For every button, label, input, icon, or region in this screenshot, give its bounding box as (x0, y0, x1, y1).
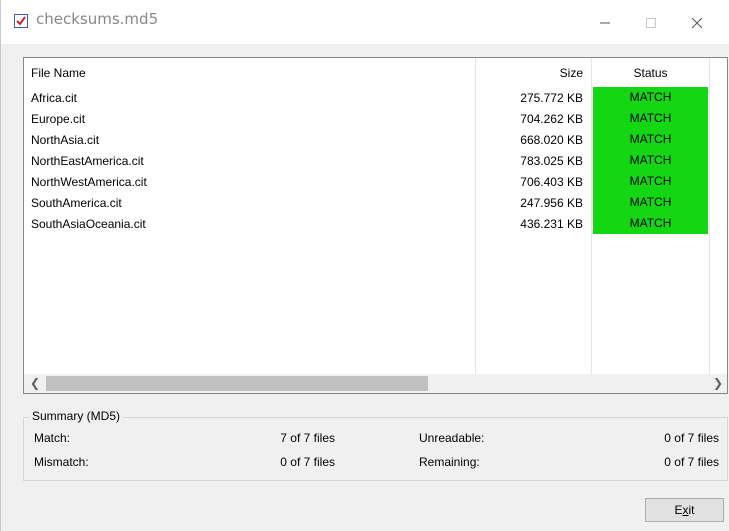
table-row[interactable]: SouthAmerica.cit 247.956 KB MATCH (24, 192, 727, 213)
file-name-cell: SouthAsiaOceania.cit (31, 217, 146, 231)
file-name-cell: NorthAsia.cit (31, 133, 100, 147)
status-badge: MATCH (593, 129, 708, 150)
column-header-status[interactable]: Status (593, 66, 708, 80)
minimize-icon (600, 22, 610, 24)
md5-checklist-icon (14, 14, 28, 28)
file-name-cell: NorthEastAmerica.cit (31, 154, 144, 168)
table-row[interactable]: Europe.cit 704.262 KB MATCH (24, 108, 727, 129)
checksum-window: checksums.md5 File Name Size Status Afri… (0, 0, 729, 531)
unreadable-value: 0 of 7 files (664, 431, 719, 445)
file-size-cell: 704.262 KB (520, 112, 583, 126)
file-name-cell: SouthAmerica.cit (31, 196, 122, 210)
window-title: checksums.md5 (36, 10, 159, 28)
scrollbar-thumb[interactable] (46, 376, 428, 391)
table-row[interactable]: NorthAsia.cit 668.020 KB MATCH (24, 129, 727, 150)
file-size-cell: 436.231 KB (520, 217, 583, 231)
file-size-cell: 247.956 KB (520, 196, 583, 210)
exit-label-post: it (688, 503, 695, 517)
status-badge: MATCH (593, 108, 708, 129)
horizontal-scrollbar[interactable]: ❮ ❯ (24, 374, 727, 393)
title-bar[interactable]: checksums.md5 (1, 0, 729, 44)
table-row[interactable]: SouthAsiaOceania.cit 436.231 KB MATCH (24, 213, 727, 234)
close-icon (691, 17, 703, 29)
minimize-button[interactable] (582, 0, 628, 44)
list-header: File Name Size Status (24, 58, 727, 85)
maximize-icon (646, 18, 656, 28)
exit-button[interactable]: Exit (645, 498, 724, 522)
file-size-cell: 275.772 KB (520, 91, 583, 105)
scroll-right-icon[interactable]: ❯ (713, 376, 723, 390)
unreadable-label: Unreadable: (419, 431, 485, 445)
file-name-cell: NorthWestAmerica.cit (31, 175, 147, 189)
table-row[interactable]: NorthWestAmerica.cit 706.403 KB MATCH (24, 171, 727, 192)
status-badge: MATCH (593, 87, 708, 108)
status-badge: MATCH (593, 213, 708, 234)
file-size-cell: 783.025 KB (520, 154, 583, 168)
file-size-cell: 668.020 KB (520, 133, 583, 147)
mismatch-value: 0 of 7 files (280, 455, 335, 469)
remaining-label: Remaining: (419, 455, 480, 469)
maximize-button[interactable] (628, 0, 674, 44)
column-header-file-name[interactable]: File Name (31, 66, 86, 80)
exit-label-pre: E (674, 503, 683, 517)
table-row[interactable]: Africa.cit 275.772 KB MATCH (24, 87, 727, 108)
file-size-cell: 706.403 KB (520, 175, 583, 189)
summary-group (23, 417, 728, 481)
scroll-left-icon[interactable]: ❮ (30, 376, 40, 390)
match-value: 7 of 7 files (280, 431, 335, 445)
status-badge: MATCH (593, 150, 708, 171)
column-header-size[interactable]: Size (484, 66, 583, 80)
table-row[interactable]: NorthEastAmerica.cit 783.025 KB MATCH (24, 150, 727, 171)
status-badge: MATCH (593, 192, 708, 213)
match-label: Match: (34, 431, 71, 445)
close-button[interactable] (674, 0, 720, 44)
file-name-cell: Africa.cit (31, 91, 78, 105)
summary-title: Summary (MD5) (29, 409, 124, 423)
file-name-cell: Europe.cit (31, 112, 86, 126)
remaining-value: 0 of 7 files (664, 455, 719, 469)
mismatch-label: Mismatch: (34, 455, 89, 469)
status-badge: MATCH (593, 171, 708, 192)
file-list[interactable]: File Name Size Status Africa.cit 275.772… (23, 57, 728, 394)
